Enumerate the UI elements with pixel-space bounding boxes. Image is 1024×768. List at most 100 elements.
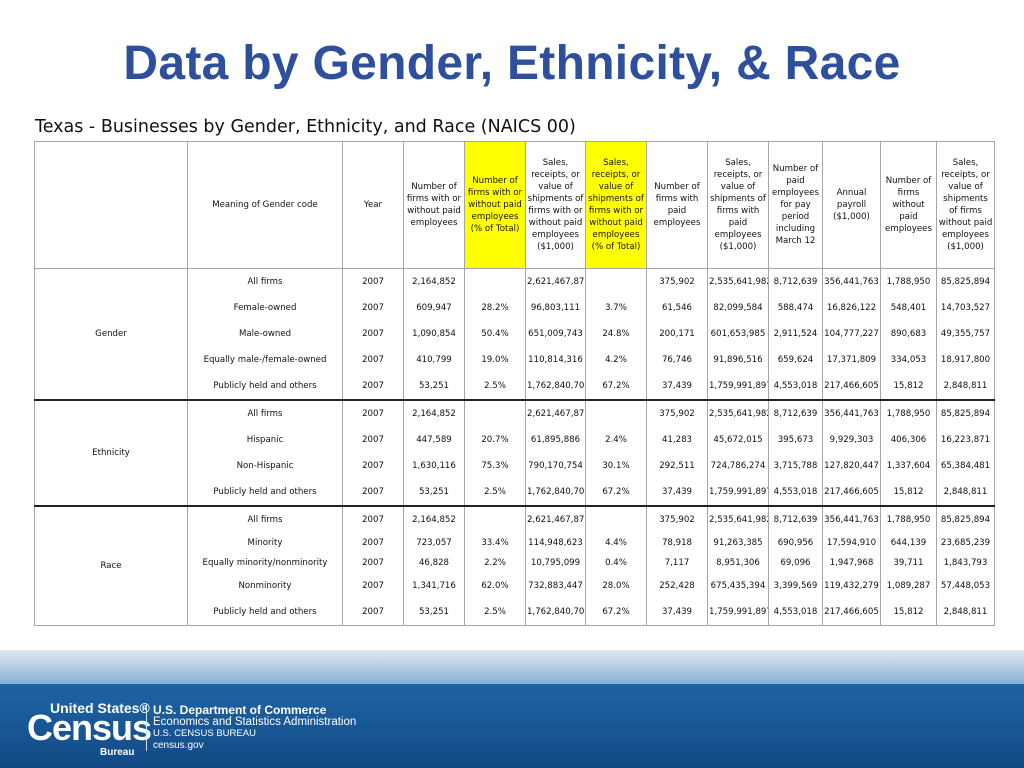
cell-year: 2007 bbox=[342, 573, 404, 599]
cell-firms-pct: 2.5% bbox=[464, 373, 526, 400]
cell-meaning: Publicly held and others bbox=[187, 599, 343, 626]
cell-firms-pct: 33.4% bbox=[464, 533, 526, 553]
cell-sales-pct bbox=[585, 268, 647, 295]
cell-paid-firms: 375,902 bbox=[646, 268, 708, 295]
cell-year: 2007 bbox=[342, 347, 404, 373]
cell-firms-pct: 75.3% bbox=[464, 453, 526, 479]
cell-firms: 609,947 bbox=[403, 295, 465, 321]
cell-employees: 8,712,639 bbox=[768, 505, 823, 533]
header-nonpaid-firms: Number of firms without paid employees bbox=[880, 141, 937, 269]
cell-firms: 46,828 bbox=[403, 553, 465, 573]
cell-firms-pct: 20.7% bbox=[464, 427, 526, 453]
cell-employees: 4,553,018 bbox=[768, 373, 823, 400]
cell-sales: 1,762,840,708 bbox=[525, 599, 586, 626]
cell-firms-pct: 2.5% bbox=[464, 479, 526, 506]
cell-nonpaid-firms: 1,337,604 bbox=[880, 453, 937, 479]
cell-sales-pct: 4.4% bbox=[585, 533, 647, 553]
cell-nonpaid-firms: 1,089,287 bbox=[880, 573, 937, 599]
table-body: Meaning of Gender code Year Number of fi… bbox=[34, 141, 995, 626]
cell-firms-pct bbox=[464, 268, 526, 295]
cell-paid-sales: 2,535,641,982 bbox=[707, 505, 769, 533]
cell-meaning: Equally minority/nonminority bbox=[187, 553, 343, 573]
cell-nonpaid-firms: 15,812 bbox=[880, 373, 937, 400]
table-row: Race All firms 2007 2,164,852 2,621,467,877 3… bbox=[34, 505, 995, 626]
table-row: Gender All firms 2007 2,164,852 2,621,467,87… bbox=[34, 268, 995, 401]
cell-sales: 114,948,623 bbox=[525, 533, 586, 553]
cell-payroll: 16,826,122 bbox=[822, 295, 881, 321]
cell-firms: 410,799 bbox=[403, 347, 465, 373]
group-label: Gender bbox=[34, 268, 188, 401]
cell-paid-firms: 41,283 bbox=[646, 427, 708, 453]
cell-nonpaid-firms: 334,053 bbox=[880, 347, 937, 373]
cell-firms: 53,251 bbox=[403, 599, 465, 626]
cell-nonpaid-sales: 23,685,239 bbox=[936, 533, 995, 553]
cell-employees: 3,399,569 bbox=[768, 573, 823, 599]
cell-payroll: 9,929,303 bbox=[822, 427, 881, 453]
cell-sales: 2,621,467,877 bbox=[525, 268, 586, 295]
group-label: Ethnicity bbox=[34, 399, 188, 507]
cell-nonpaid-firms: 15,812 bbox=[880, 599, 937, 626]
cell-sales-pct: 67.2% bbox=[585, 599, 647, 626]
cell-paid-firms: 37,439 bbox=[646, 479, 708, 506]
cell-nonpaid-sales: 49,355,757 bbox=[936, 321, 995, 347]
cell-year: 2007 bbox=[342, 399, 404, 427]
census-logo-wordmark: Census bbox=[27, 707, 152, 748]
cell-paid-sales: 91,896,516 bbox=[707, 347, 769, 373]
cell-paid-firms: 7,117 bbox=[646, 553, 708, 573]
administration-name: Economics and Statistics Administration bbox=[153, 716, 357, 728]
header-employees: Number of paid employees for pay period … bbox=[768, 141, 823, 269]
cell-year: 2007 bbox=[342, 453, 404, 479]
cell-year: 2007 bbox=[342, 505, 404, 533]
cell-payroll: 217,466,605 bbox=[822, 479, 881, 506]
cell-paid-firms: 78,918 bbox=[646, 533, 708, 553]
cell-payroll: 119,432,279 bbox=[822, 573, 881, 599]
cell-meaning: Female-owned bbox=[187, 295, 343, 321]
cell-nonpaid-sales: 57,448,053 bbox=[936, 573, 995, 599]
cell-year: 2007 bbox=[342, 373, 404, 400]
cell-meaning: Publicly held and others bbox=[187, 479, 343, 506]
cell-meaning: All firms bbox=[187, 505, 343, 533]
cell-nonpaid-firms: 644,139 bbox=[880, 533, 937, 553]
cell-payroll: 104,777,227 bbox=[822, 321, 881, 347]
cell-payroll: 356,441,763 bbox=[822, 399, 881, 427]
cell-sales-pct: 67.2% bbox=[585, 373, 647, 400]
cell-firms: 2,164,852 bbox=[403, 399, 465, 427]
cell-nonpaid-sales: 2,848,811 bbox=[936, 479, 995, 506]
cell-sales-pct: 3.7% bbox=[585, 295, 647, 321]
cell-sales-pct: 0.4% bbox=[585, 553, 647, 573]
cell-employees: 690,956 bbox=[768, 533, 823, 553]
header-group bbox=[34, 141, 188, 269]
department-name: U.S. Department of Commerce bbox=[153, 703, 327, 717]
cell-nonpaid-firms: 406,306 bbox=[880, 427, 937, 453]
cell-nonpaid-firms: 39,711 bbox=[880, 553, 937, 573]
cell-sales-pct: 24.8% bbox=[585, 321, 647, 347]
cell-firms: 723,057 bbox=[403, 533, 465, 553]
cell-sales-pct: 30.1% bbox=[585, 453, 647, 479]
cell-firms-pct: 2.2% bbox=[464, 553, 526, 573]
cell-paid-sales: 724,786,274 bbox=[707, 453, 769, 479]
cell-sales: 2,621,467,877 bbox=[525, 399, 586, 427]
cell-paid-sales: 91,263,385 bbox=[707, 533, 769, 553]
department-block: U.S. Department of Commerce Economics an… bbox=[153, 704, 356, 752]
cell-sales: 61,895,886 bbox=[525, 427, 586, 453]
cell-nonpaid-firms: 1,788,950 bbox=[880, 399, 937, 427]
cell-firms-pct: 19.0% bbox=[464, 347, 526, 373]
cell-year: 2007 bbox=[342, 268, 404, 295]
header-firms-pct: Number of firms with or without paid emp… bbox=[464, 141, 526, 269]
cell-paid-firms: 76,746 bbox=[646, 347, 708, 373]
page-title: Data by Gender, Ethnicity, & Race bbox=[123, 37, 901, 90]
cell-firms-pct: 2.5% bbox=[464, 599, 526, 626]
cell-payroll: 17,594,910 bbox=[822, 533, 881, 553]
cell-year: 2007 bbox=[342, 295, 404, 321]
cell-employees: 4,553,018 bbox=[768, 599, 823, 626]
cell-sales: 1,762,840,708 bbox=[525, 479, 586, 506]
header-sales: Sales, receipts, or value of shipments o… bbox=[525, 141, 586, 269]
cell-paid-firms: 252,428 bbox=[646, 573, 708, 599]
footer-divider bbox=[146, 703, 147, 751]
cell-payroll: 356,441,763 bbox=[822, 505, 881, 533]
cell-firms-pct: 62.0% bbox=[464, 573, 526, 599]
cell-employees: 395,673 bbox=[768, 427, 823, 453]
cell-paid-sales: 675,435,394 bbox=[707, 573, 769, 599]
cell-year: 2007 bbox=[342, 553, 404, 573]
cell-payroll: 127,820,447 bbox=[822, 453, 881, 479]
